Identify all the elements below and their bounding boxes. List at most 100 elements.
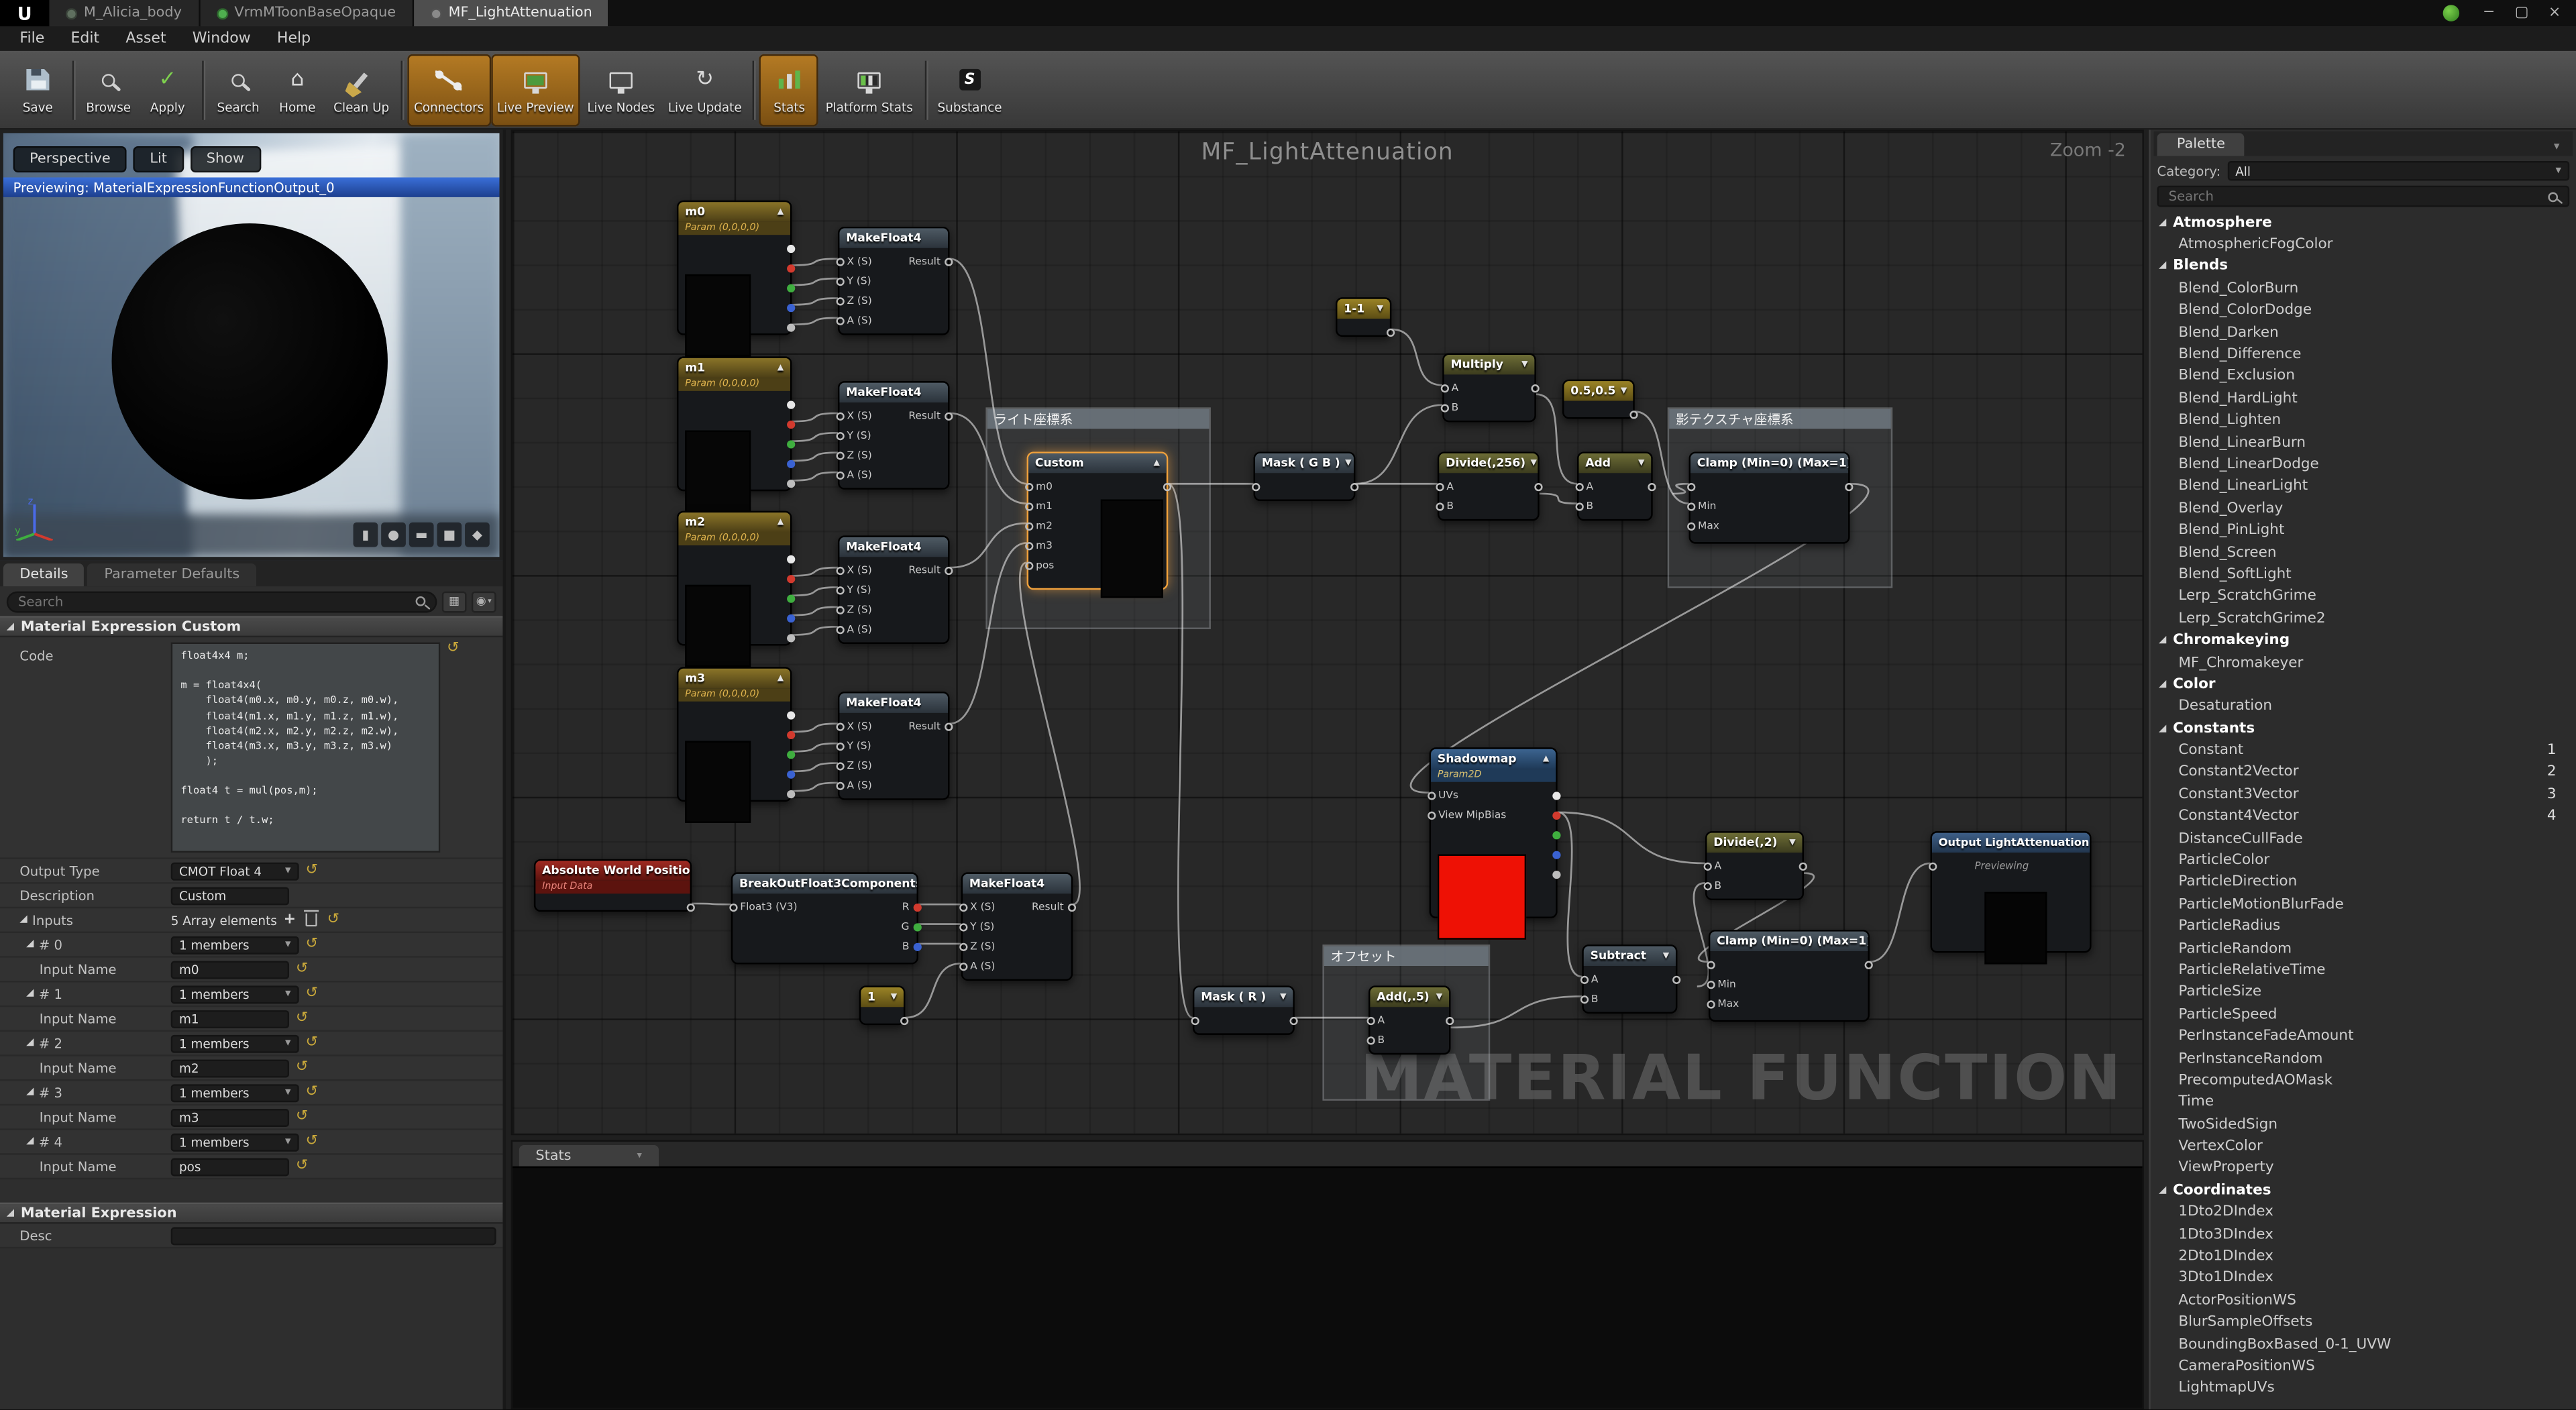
node-m0[interactable]: m0▲Param (0,0,0,0): [677, 201, 792, 335]
palette-item-BlurSampleOffsets[interactable]: BlurSampleOffsets: [2154, 1312, 2573, 1334]
palette-item-1Dto3DIndex[interactable]: 1Dto3DIndex: [2154, 1224, 2573, 1246]
live-nodes-button[interactable]: Live Nodes: [581, 54, 661, 126]
node-subtract[interactable]: Subtract▼AB: [1582, 944, 1677, 1014]
palette-item-ParticleRelativeTime[interactable]: ParticleRelativeTime: [2154, 960, 2573, 982]
palette-item-Constant4Vector[interactable]: Constant4Vector4: [2154, 806, 2573, 828]
output-pin[interactable]: [1163, 483, 1171, 491]
node-divide-2[interactable]: Divide(,2)▼AB: [1705, 831, 1804, 900]
output-pin[interactable]: [686, 904, 694, 912]
output-pin[interactable]: [1552, 792, 1560, 800]
plane-preview-icon[interactable]: ▬: [409, 523, 434, 547]
members-dropdown[interactable]: 1 members▼: [171, 1133, 299, 1151]
expander-icon[interactable]: ◢: [2159, 636, 2166, 646]
tab-parameter-defaults[interactable]: Parameter Defaults: [88, 563, 256, 586]
output-pin[interactable]: [786, 555, 794, 563]
palette-item-Blend_Lighten[interactable]: Blend_Lighten: [2154, 410, 2573, 432]
node-m2[interactable]: m2▲Param (0,0,0,0): [677, 511, 792, 646]
reset-inputs-icon[interactable]: ↺: [327, 912, 339, 927]
output-pin[interactable]: [912, 904, 920, 912]
node-multiply[interactable]: Multiply▼AB: [1442, 354, 1536, 423]
palette-item-TwoSidedSign[interactable]: TwoSidedSign: [2154, 1114, 2573, 1136]
node-clamp-2[interactable]: Clamp (Min=0) (Max=1)▼MinMax: [1709, 930, 1870, 1022]
palette-search-input[interactable]: [2169, 189, 2543, 204]
output-pin[interactable]: [786, 595, 794, 603]
tab-details[interactable]: Details: [3, 563, 85, 586]
members-dropdown[interactable]: 1 members▼: [171, 1083, 299, 1101]
reset-icon[interactable]: ↺: [306, 1036, 318, 1050]
expander-icon[interactable]: ◢: [26, 1137, 34, 1147]
apply-button[interactable]: ✓Apply: [138, 54, 197, 126]
palette-group-Chromakeying[interactable]: ◢Chromakeying: [2154, 630, 2573, 652]
palette-item-Blend_HardLight[interactable]: Blend_HardLight: [2154, 388, 2573, 410]
palette-item-Time[interactable]: Time: [2154, 1092, 2573, 1114]
output-pin[interactable]: [1386, 329, 1394, 337]
members-dropdown[interactable]: 1 members▼: [171, 1034, 299, 1052]
collapse-icon[interactable]: ▼: [1789, 838, 1795, 848]
palette-item-Blend_LinearBurn[interactable]: Blend_LinearBurn: [2154, 432, 2573, 454]
menu-asset[interactable]: Asset: [113, 30, 179, 46]
palette-item-PerInstanceRandom[interactable]: PerInstanceRandom: [2154, 1048, 2573, 1070]
live-update-button[interactable]: ↻Live Update: [661, 54, 748, 126]
node-makefloat4-4[interactable]: MakeFloat4X (S)Y (S)Z (S)A (S)Result: [838, 692, 950, 800]
reset-output-type-icon[interactable]: ↺: [306, 863, 318, 878]
browse-button[interactable]: Browse: [79, 54, 138, 126]
palette-item-Blend_ColorDodge[interactable]: Blend_ColorDodge: [2154, 300, 2573, 322]
palette-item-ParticleRandom[interactable]: ParticleRandom: [2154, 938, 2573, 960]
members-dropdown[interactable]: 1 members▼: [171, 936, 299, 954]
palette-group-Constants[interactable]: ◢Constants: [2154, 718, 2573, 740]
expander-icon[interactable]: ◢: [26, 989, 34, 999]
node-breakoutfloat3components[interactable]: BreakOutFloat3ComponentsFloat3 (V3)RGB: [731, 872, 918, 964]
asset-tab-MF_LightAttenuation[interactable]: MF_LightAttenuation: [414, 0, 610, 26]
node-custom[interactable]: Custom▲m0m1m2m3pos: [1027, 451, 1169, 590]
details-search-input[interactable]: [18, 594, 411, 608]
collapse-icon[interactable]: ▼: [1436, 992, 1442, 1002]
output-pin[interactable]: [944, 258, 952, 266]
output-pin[interactable]: [1798, 863, 1806, 871]
output-pin[interactable]: [786, 751, 794, 759]
sphere-preview-icon[interactable]: ●: [381, 523, 406, 547]
reset-icon[interactable]: ↺: [296, 1061, 308, 1075]
menu-window[interactable]: Window: [179, 30, 264, 46]
mesh-preview-icon[interactable]: ◆: [465, 523, 490, 547]
input-name-field-m3[interactable]: m3: [171, 1108, 289, 1126]
expander-icon[interactable]: ◢: [2159, 262, 2166, 272]
input-name-field-m1[interactable]: m1: [171, 1010, 289, 1028]
node-mask-r[interactable]: Mask ( R )▼: [1193, 985, 1295, 1034]
output-pin[interactable]: [786, 323, 794, 331]
output-pin[interactable]: [786, 264, 794, 272]
palette-item-ParticleMotionBlurFade[interactable]: ParticleMotionBlurFade: [2154, 894, 2573, 916]
palette-item-Blend_Difference[interactable]: Blend_Difference: [2154, 344, 2573, 366]
reset-icon[interactable]: ↺: [296, 1109, 308, 1124]
node-m3[interactable]: m3▲Param (0,0,0,0): [677, 667, 792, 802]
input-name-field-m0[interactable]: m0: [171, 960, 289, 978]
palette-item-2Dto1DIndex[interactable]: 2Dto1DIndex: [2154, 1246, 2573, 1268]
output-pin[interactable]: [786, 304, 794, 312]
save-button[interactable]: Save: [8, 54, 67, 126]
close-button[interactable]: ×: [2538, 1, 2571, 24]
palette-item-AtmosphericFogColor[interactable]: AtmosphericFogColor: [2154, 234, 2573, 256]
node-mask-gb[interactable]: Mask ( G B )▼: [1254, 451, 1356, 500]
eye-filter-icon[interactable]: ◉▾: [472, 590, 496, 612]
palette-item-Constant2Vector[interactable]: Constant2Vector2: [2154, 762, 2573, 784]
node-add[interactable]: Add▼AB: [1577, 451, 1653, 521]
palette-item-Blend_Exclusion[interactable]: Blend_Exclusion: [2154, 366, 2573, 388]
collapse-icon[interactable]: ▼: [891, 992, 897, 1002]
collapse-icon[interactable]: ▼: [1377, 304, 1383, 314]
collapse-icon[interactable]: ▲: [1543, 754, 1549, 764]
collapse-icon[interactable]: ▼: [1638, 458, 1644, 468]
description-field[interactable]: Custom: [171, 886, 289, 904]
palette-item-ParticleDirection[interactable]: ParticleDirection: [2154, 872, 2573, 894]
expander-icon[interactable]: ◢: [26, 1087, 34, 1097]
output-pin[interactable]: [786, 480, 794, 488]
palette-item-Blend_PinLight[interactable]: Blend_PinLight: [2154, 520, 2573, 542]
substance-button[interactable]: Substance: [931, 54, 1009, 126]
node-makefloat4-2[interactable]: MakeFloat4X (S)Y (S)Z (S)A (S)Result: [838, 381, 950, 490]
node-output-lightattenuation[interactable]: Output LightAttenuationPreviewing: [1931, 831, 2092, 953]
palette-item-Lerp_ScratchGrime2[interactable]: Lerp_ScratchGrime2: [2154, 608, 2573, 630]
output-pin[interactable]: [1552, 871, 1560, 879]
palette-item-Blend_ColorBurn[interactable]: Blend_ColorBurn: [2154, 278, 2573, 300]
input-name-field-pos[interactable]: pos: [171, 1157, 289, 1175]
section-material-expression[interactable]: ◢ Material Expression: [0, 1203, 502, 1224]
expander-icon[interactable]: ◢: [7, 622, 14, 632]
collapse-icon[interactable]: ▲: [777, 517, 784, 527]
